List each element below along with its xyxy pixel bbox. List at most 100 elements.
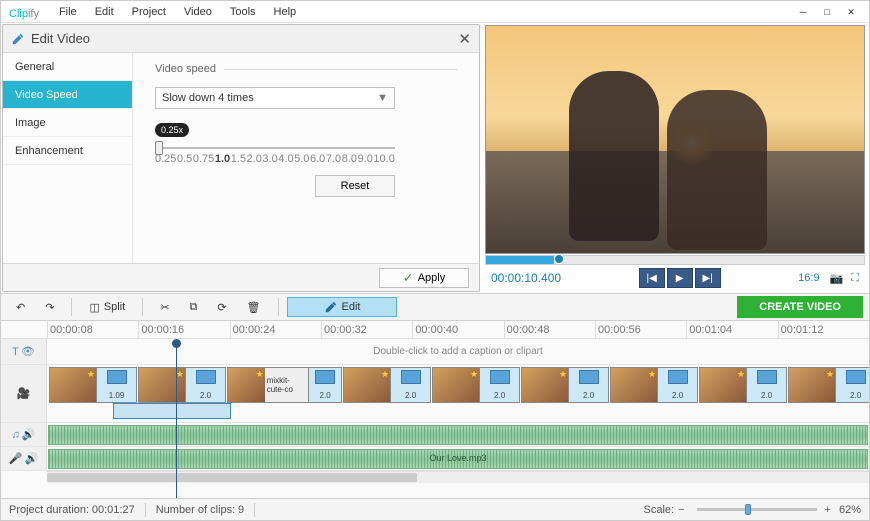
caption-track-head[interactable]: T👁 bbox=[1, 339, 47, 364]
edit-panel-header: Edit Video ✕ bbox=[3, 25, 479, 53]
music-icon: ♫ bbox=[12, 429, 20, 441]
snapshot-icon[interactable]: 📷 bbox=[830, 272, 844, 285]
clip-thumbnail: ★ bbox=[433, 368, 479, 402]
chevron-down-icon: ▼ bbox=[377, 92, 388, 104]
undo-button[interactable]: ↶ bbox=[7, 297, 34, 317]
tab-image[interactable]: Image bbox=[3, 109, 132, 137]
playback-progress[interactable] bbox=[485, 255, 865, 265]
check-icon: ✓ bbox=[403, 270, 414, 286]
tab-enhancement[interactable]: Enhancement bbox=[3, 137, 132, 165]
timeline-scrollbar[interactable] bbox=[47, 471, 869, 483]
maximize-button[interactable]: ☐ bbox=[817, 5, 837, 18]
create-video-button[interactable]: CREATE VIDEO bbox=[737, 296, 863, 318]
scale-slider[interactable] bbox=[697, 508, 817, 511]
split-icon: ◫ bbox=[89, 301, 99, 314]
visibility-icon[interactable]: 👁 bbox=[21, 345, 35, 358]
star-icon: ★ bbox=[559, 369, 567, 380]
video-track-head[interactable]: 🎥 bbox=[1, 365, 47, 422]
fullscreen-icon[interactable]: ⛶ bbox=[851, 272, 859, 285]
edit-content: Video speed Slow down 4 times ▼ 0.25x 0.… bbox=[133, 53, 479, 263]
reset-button[interactable]: Reset bbox=[315, 175, 395, 197]
delete-button[interactable]: 🗑 bbox=[238, 297, 270, 317]
audio-waveform-2[interactable]: Our Love.mp3 bbox=[48, 449, 868, 469]
star-icon: ★ bbox=[256, 369, 264, 380]
menu-tools[interactable]: Tools bbox=[230, 6, 256, 18]
audio1-track-head[interactable]: ♫🔊 bbox=[1, 423, 47, 446]
audio2-track-head[interactable]: 🎤🔊 bbox=[1, 447, 47, 470]
menu-video[interactable]: Video bbox=[184, 6, 212, 18]
star-icon: ★ bbox=[176, 369, 184, 380]
project-duration-label: Project duration: bbox=[9, 504, 89, 516]
menu-project[interactable]: Project bbox=[132, 6, 166, 18]
video-clip[interactable]: ★2.0 bbox=[788, 367, 869, 403]
selection-box[interactable] bbox=[113, 403, 231, 419]
pencil-icon bbox=[324, 300, 338, 314]
edit-video-panel: Edit Video ✕ General Video Speed Image E… bbox=[2, 24, 480, 292]
clip-thumbnail: ★ bbox=[611, 368, 657, 402]
prev-button[interactable]: |◀ bbox=[639, 268, 665, 288]
edit-panel-close[interactable]: ✕ bbox=[458, 30, 471, 48]
apply-button[interactable]: ✓Apply bbox=[379, 268, 469, 288]
audio-waveform-1[interactable] bbox=[48, 425, 868, 445]
scale-plus[interactable]: + bbox=[825, 504, 831, 516]
video-clip[interactable]: ★2.0 bbox=[521, 367, 609, 403]
close-button[interactable]: ✕ bbox=[841, 5, 861, 18]
window-controls: — ☐ ✕ bbox=[793, 5, 861, 18]
split-button[interactable]: ◫Split bbox=[80, 297, 134, 317]
clip-thumbnail: ★ bbox=[139, 368, 185, 402]
menu-edit[interactable]: Edit bbox=[95, 6, 114, 18]
video-clip[interactable]: ★2.0 bbox=[138, 367, 226, 403]
timeline-ruler[interactable]: 00:00:0800:00:1600:00:2400:00:3200:00:40… bbox=[1, 321, 869, 339]
rotate-button[interactable]: ⟳ bbox=[208, 297, 235, 317]
star-icon: ★ bbox=[381, 369, 389, 380]
clips-count-label: Number of clips: bbox=[156, 504, 235, 516]
slider-thumb[interactable] bbox=[155, 141, 163, 155]
speed-badge: 0.25x bbox=[155, 123, 189, 137]
speed-dropdown[interactable]: Slow down 4 times ▼ bbox=[155, 87, 395, 109]
menubar: Clipify File Edit Project Video Tools He… bbox=[1, 1, 869, 23]
speed-slider[interactable]: 0.250.50.751.01.52.03.04.05.06.07.08.09.… bbox=[155, 147, 395, 165]
statusbar: Project duration: 00:01:27 Number of cli… bbox=[1, 498, 869, 520]
clip-thumbnail: ★ bbox=[344, 368, 390, 402]
video-preview[interactable] bbox=[485, 25, 865, 254]
speaker-icon[interactable]: 🔊 bbox=[25, 452, 39, 465]
video-clip[interactable]: ★1.09 bbox=[49, 367, 137, 403]
clip-duration-box: 2.0 bbox=[308, 368, 341, 402]
video-clip[interactable]: ★2.0 bbox=[610, 367, 698, 403]
aspect-ratio[interactable]: 16:9 bbox=[798, 272, 819, 284]
speaker-icon[interactable]: 🔊 bbox=[22, 428, 36, 441]
timeline: 00:00:0800:00:1600:00:2400:00:3200:00:40… bbox=[1, 321, 869, 498]
video-clip[interactable]: ★2.0 bbox=[343, 367, 431, 403]
video-clip[interactable]: ★2.0 bbox=[699, 367, 787, 403]
menu-file[interactable]: File bbox=[59, 6, 77, 18]
audio-file-label: Our Love.mp3 bbox=[429, 453, 486, 463]
progress-thumb[interactable] bbox=[554, 254, 564, 264]
slider-ticks: 0.250.50.751.01.52.03.04.05.06.07.08.09.… bbox=[155, 153, 395, 165]
app-logo: Clipify bbox=[9, 4, 39, 20]
scale-label: Scale: bbox=[644, 504, 675, 516]
clip-duration-box: 2.0 bbox=[390, 368, 430, 402]
play-button[interactable]: ▶ bbox=[667, 268, 693, 288]
video-clip[interactable]: ★mixkit-cute-co2.0 bbox=[227, 367, 342, 403]
cut-button[interactable]: ✂ bbox=[151, 297, 178, 317]
star-icon: ★ bbox=[470, 369, 478, 380]
redo-button[interactable]: ↷ bbox=[36, 297, 63, 317]
crop-button[interactable]: ⧉ bbox=[180, 297, 206, 317]
mic-icon: 🎤 bbox=[9, 452, 23, 465]
tab-general[interactable]: General bbox=[3, 53, 132, 81]
star-icon: ★ bbox=[737, 369, 745, 380]
menu-help[interactable]: Help bbox=[274, 6, 297, 18]
scale-value: 62% bbox=[839, 504, 861, 516]
timeline-toolbar: ↶ ↷ ◫Split ✂ ⧉ ⟳ 🗑 Edit CREATE VIDEO bbox=[1, 293, 869, 321]
scale-minus[interactable]: − bbox=[678, 504, 684, 516]
playhead[interactable] bbox=[176, 339, 177, 498]
tab-video-speed[interactable]: Video Speed bbox=[3, 81, 132, 109]
clip-duration-box: 2.0 bbox=[479, 368, 519, 402]
edit-button[interactable]: Edit bbox=[287, 297, 398, 317]
video-clip[interactable]: ★2.0 bbox=[432, 367, 520, 403]
audio-track-1: ♫🔊 bbox=[1, 423, 869, 447]
caption-hint[interactable]: Double-click to add a caption or clipart bbox=[47, 346, 869, 357]
minimize-button[interactable]: — bbox=[793, 5, 813, 18]
star-icon: ★ bbox=[648, 369, 656, 380]
next-button[interactable]: ▶| bbox=[695, 268, 721, 288]
